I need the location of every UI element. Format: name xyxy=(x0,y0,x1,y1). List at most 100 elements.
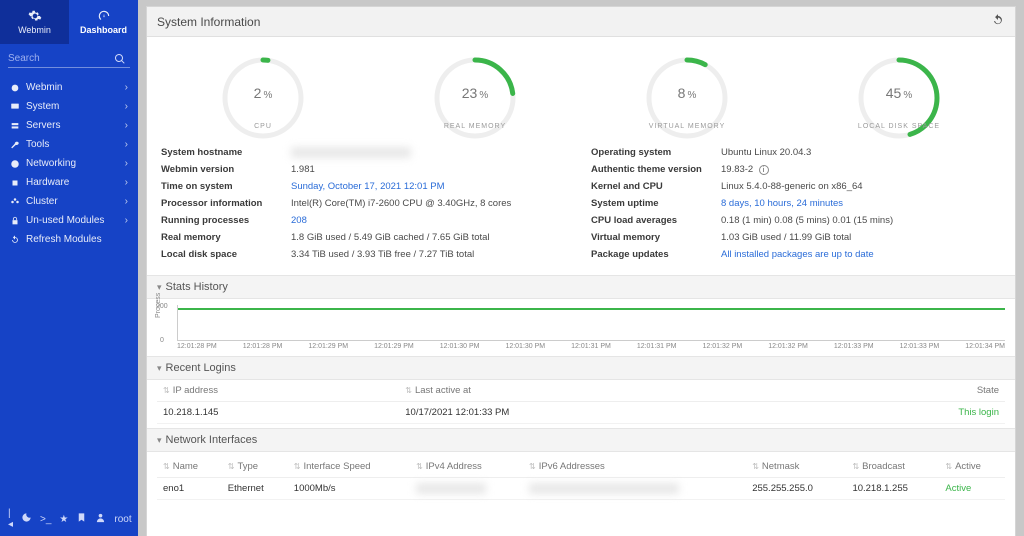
user-icon[interactable] xyxy=(95,512,106,526)
col-ipv6[interactable]: ⇅IPv6 Addresses xyxy=(523,456,746,478)
cell-bcast: 10.218.1.255 xyxy=(846,478,939,500)
sort-icon: ⇅ xyxy=(163,386,170,395)
cell-ip: 10.218.1.145 xyxy=(157,402,399,424)
padlock-icon xyxy=(10,216,20,226)
col-ipv4[interactable]: ⇅IPv4 Address xyxy=(410,456,523,478)
gear-icon xyxy=(28,9,42,23)
sidebar-item-hardware[interactable]: Hardware› xyxy=(0,173,138,192)
sidebar-item-webmin[interactable]: Webmin› xyxy=(0,78,138,97)
sort-icon: ⇅ xyxy=(294,462,301,471)
sort-icon: ⇅ xyxy=(405,386,412,395)
sidebar-item-system[interactable]: System › xyxy=(0,97,138,116)
cell-last: 10/17/2021 12:01:33 PM xyxy=(399,402,816,424)
info-value: 1.03 GiB used / 11.99 GiB total xyxy=(721,232,1001,243)
sidebar-footer: |◂ >_ ★ root xyxy=(0,502,138,536)
chevron-down-icon: ▾ xyxy=(157,282,162,293)
gauge-icon xyxy=(97,9,111,23)
stats-chart: 200 0 xyxy=(177,305,1005,341)
info-value: 0.18 (1 min) 0.08 (5 mins) 0.01 (15 mins… xyxy=(721,215,1001,226)
night-mode-icon[interactable] xyxy=(21,512,32,526)
sidebar-item-label: Cluster xyxy=(26,196,58,207)
xtick: 12:01:29 PM xyxy=(308,343,348,350)
cluster-icon xyxy=(10,197,20,207)
col-name[interactable]: ⇅Name xyxy=(157,456,222,478)
redacted: x xyxy=(416,483,486,494)
tab-webmin[interactable]: Webmin xyxy=(0,0,69,44)
info-col-left: System hostnamexxxxxxxxx Webmin version1… xyxy=(161,144,571,263)
sidebar-item-tools[interactable]: Tools› xyxy=(0,135,138,154)
info-grid: System hostnamexxxxxxxxx Webmin version1… xyxy=(157,144,1005,267)
chevron-right-icon: › xyxy=(125,158,128,169)
search-icon[interactable] xyxy=(114,53,126,65)
col-state[interactable]: State xyxy=(816,380,1005,402)
info-value-hostname: xxxxxxxxx xyxy=(291,147,571,158)
footer-user[interactable]: root xyxy=(114,514,131,525)
info-value-link[interactable]: Sunday, October 17, 2021 12:01 PM xyxy=(291,181,571,192)
chevron-right-icon: › xyxy=(125,120,128,131)
tab-dashboard[interactable]: Dashboard xyxy=(69,0,138,44)
star-icon[interactable]: ★ xyxy=(59,514,68,525)
gauge-value: 23 xyxy=(462,85,478,101)
chevron-right-icon: › xyxy=(125,215,128,226)
chip-icon xyxy=(10,178,20,188)
gauge-cpu: 2% CPU xyxy=(183,55,343,130)
cell-ipv4: x xyxy=(410,478,523,500)
sidebar-item-label: System xyxy=(26,101,59,112)
network-interfaces-header[interactable]: ▾ Network Interfaces xyxy=(147,428,1015,452)
terminal-icon[interactable]: >_ xyxy=(40,514,51,525)
col-label: Name xyxy=(173,461,198,472)
info-key: Authentic theme version xyxy=(591,164,721,175)
chevron-down-icon: ▾ xyxy=(157,435,162,446)
redacted: xxxxxxxxx xyxy=(291,147,411,158)
sidebar-item-unused[interactable]: Un-used Modules› xyxy=(0,211,138,230)
info-key: Time on system xyxy=(161,181,291,192)
sidebar-item-label: Hardware xyxy=(26,177,69,188)
table-row: 10.218.1.145 10/17/2021 12:01:33 PM This… xyxy=(157,402,1005,424)
gauge-unit: % xyxy=(479,90,488,101)
info-value-link[interactable]: 208 xyxy=(291,215,571,226)
xtick: 12:01:30 PM xyxy=(440,343,480,350)
gauge-caption: VIRTUAL MEMORY xyxy=(607,123,767,130)
xtick: 12:01:28 PM xyxy=(243,343,283,350)
info-icon[interactable]: i xyxy=(759,165,769,175)
bookmark-icon[interactable] xyxy=(76,512,87,526)
col-bcast[interactable]: ⇅Broadcast xyxy=(846,456,939,478)
tab-dashboard-label: Dashboard xyxy=(80,25,127,35)
col-label: Active xyxy=(955,461,981,472)
cell-ipv6: x xyxy=(523,478,746,500)
refresh-button[interactable] xyxy=(991,13,1005,30)
search-input[interactable] xyxy=(8,50,130,68)
section-title: Recent Logins xyxy=(166,362,236,374)
col-ip[interactable]: ⇅IP address xyxy=(157,380,399,402)
netif-table: ⇅Name ⇅Type ⇅Interface Speed ⇅IPv4 Addre… xyxy=(157,456,1005,500)
cell-speed: 1000Mb/s xyxy=(288,478,410,500)
tab-webmin-label: Webmin xyxy=(18,25,51,35)
sidebar-item-cluster[interactable]: Cluster› xyxy=(0,192,138,211)
info-key: Operating system xyxy=(591,147,721,158)
col-last[interactable]: ⇅Last active at xyxy=(399,380,816,402)
xtick: 12:01:33 PM xyxy=(834,343,874,350)
globe-icon xyxy=(10,159,20,169)
info-value-link[interactable]: 8 days, 10 hours, 24 minutes xyxy=(721,198,1001,209)
col-active[interactable]: ⇅Active xyxy=(939,456,1005,478)
gauge-ram: 23% REAL MEMORY xyxy=(395,55,555,130)
chevron-down-icon: ▾ xyxy=(157,363,162,374)
section-title: Network Interfaces xyxy=(166,434,258,446)
collapse-icon[interactable]: |◂ xyxy=(8,508,13,530)
sidebar-item-refresh[interactable]: Refresh Modules xyxy=(0,230,138,249)
sidebar-item-networking[interactable]: Networking› xyxy=(0,154,138,173)
recent-logins-header[interactable]: ▾ Recent Logins xyxy=(147,356,1015,380)
gear-icon xyxy=(10,83,20,93)
redacted: x xyxy=(529,483,679,494)
info-value-link[interactable]: All installed packages are up to date xyxy=(721,249,1001,260)
col-type[interactable]: ⇅Type xyxy=(222,456,288,478)
stats-history-header[interactable]: ▾Stats History xyxy=(147,275,1015,299)
chevron-right-icon: › xyxy=(125,101,128,112)
stack-icon xyxy=(10,121,20,131)
col-speed[interactable]: ⇅Interface Speed xyxy=(288,456,410,478)
col-mask[interactable]: ⇅Netmask xyxy=(746,456,846,478)
gauge-caption: CPU xyxy=(183,123,343,130)
sidebar-item-servers[interactable]: Servers› xyxy=(0,116,138,135)
gauge-value: 2 xyxy=(254,85,262,101)
info-key: CPU load averages xyxy=(591,215,721,226)
